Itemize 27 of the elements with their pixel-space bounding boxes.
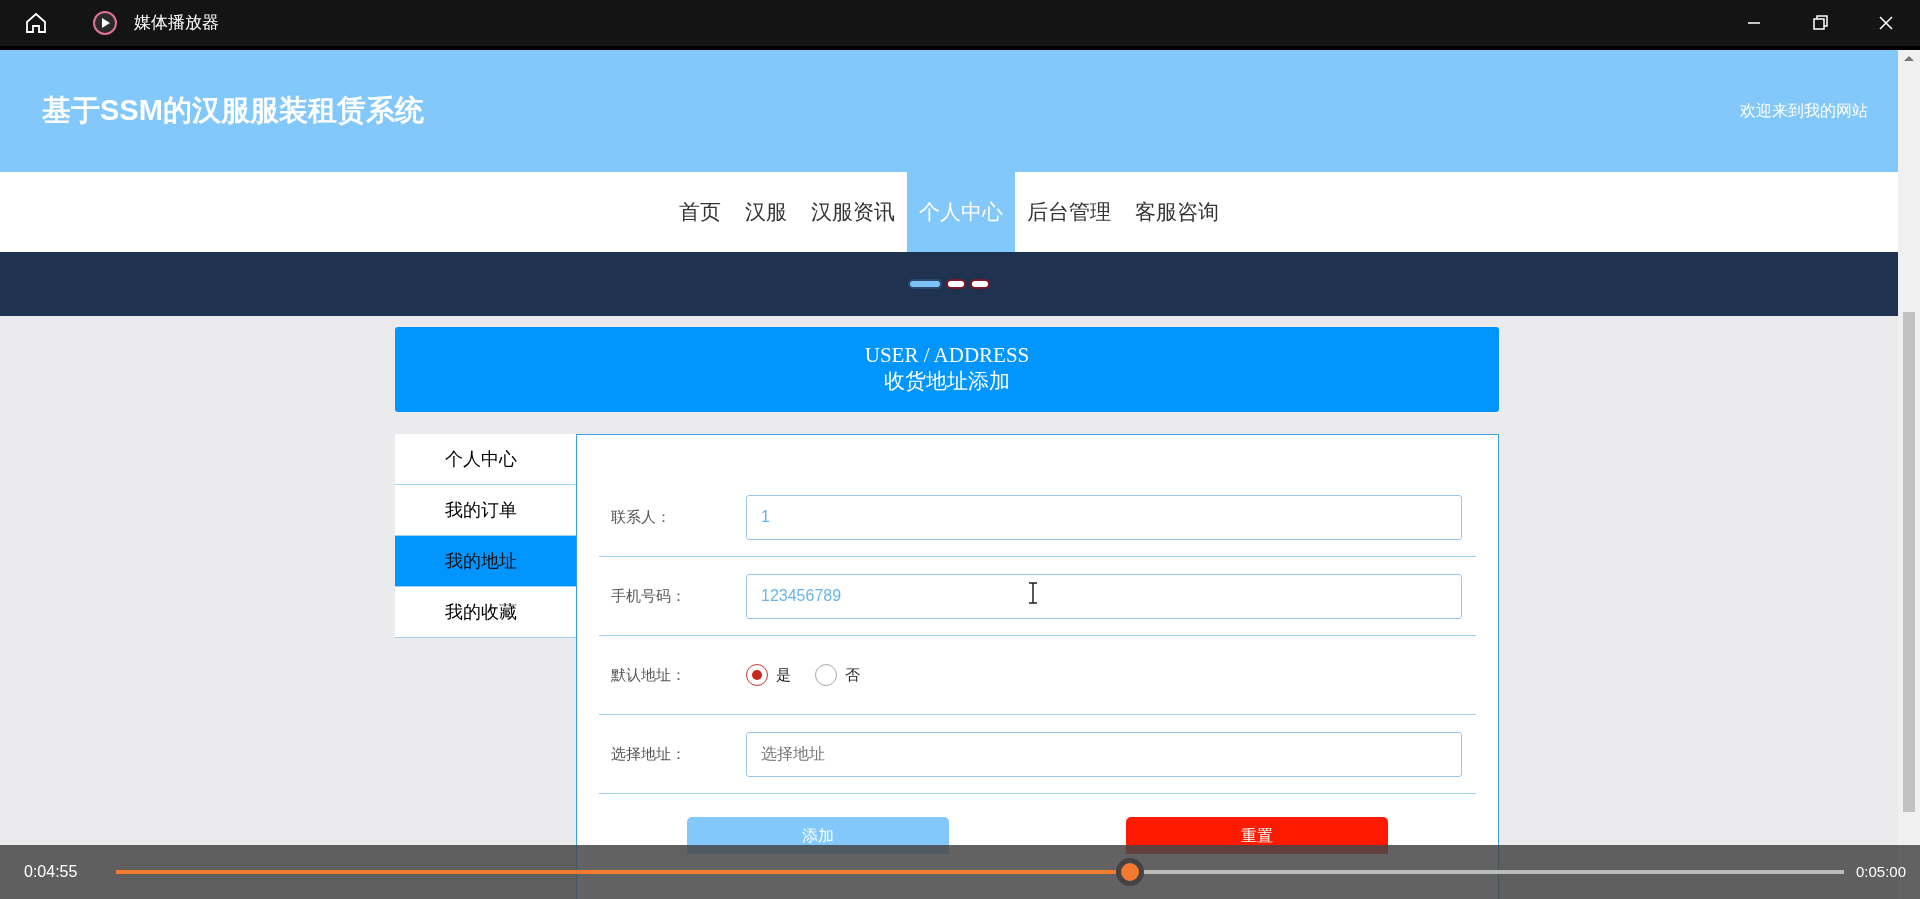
site-title: 基于SSM的汉服服装租赁系统 (42, 93, 424, 129)
home-icon[interactable] (24, 11, 48, 35)
nav-tab[interactable]: 汉服资讯 (799, 172, 907, 252)
field-label: 联系人： (610, 506, 672, 527)
field-label: 默认地址： (610, 664, 687, 685)
play-icon (92, 10, 118, 36)
text-cursor-icon (1028, 581, 1038, 604)
radio-label: 是 (776, 664, 791, 685)
progress-thumb[interactable] (1116, 858, 1145, 886)
header-subtitle: 收货地址添加 (884, 368, 1010, 396)
welcome-text: 欢迎来到我的网站 (1740, 101, 1868, 121)
sidebar-item[interactable]: 我的收藏 (395, 587, 576, 638)
header-title: USER / ADDRESS (864, 343, 1030, 369)
window-title: 媒体播放器 (134, 12, 219, 35)
sidebar-item[interactable]: 个人中心 (395, 434, 576, 485)
total-time: 0:05:00 (1854, 861, 1907, 882)
sidebar-item[interactable]: 我的订单 (395, 485, 576, 536)
radio-label: 否 (845, 664, 860, 685)
field-label: 手机号码： (610, 585, 687, 606)
nav-tab[interactable]: 客服咨询 (1123, 172, 1231, 252)
sidebar-item[interactable]: 我的地址 (395, 536, 576, 587)
input-field[interactable]: 选择地址 (746, 731, 1462, 777)
nav-tab[interactable]: 汉服 (733, 172, 799, 252)
field-label: 选择地址： (610, 743, 687, 764)
nav-tab[interactable]: 首页 (667, 172, 733, 252)
nav-tab[interactable]: 后台管理 (1015, 172, 1123, 252)
current-time: 0:04:55 (23, 862, 79, 882)
